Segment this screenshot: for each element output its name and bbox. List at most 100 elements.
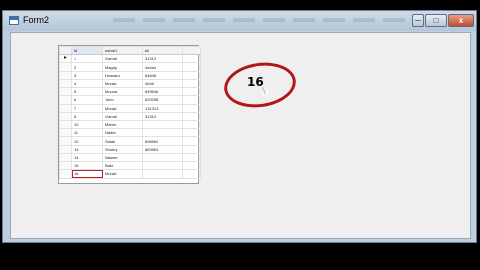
table-row[interactable]: 12 Salah 898962 [59, 136, 201, 146]
row-header[interactable] [59, 103, 72, 113]
minimize-button[interactable]: ─ [412, 14, 424, 27]
cell-name[interactable]: Nasser [102, 152, 143, 163]
cell-id[interactable]: 3 [71, 70, 103, 80]
grid-table: id name1 tel ▸ 1 Gamal 31313 2 Magdy 4a4a4 3 Hos… [59, 45, 201, 179]
table-row[interactable]: 4 Morad 4646 [59, 78, 201, 89]
row-header[interactable] [59, 78, 72, 89]
cell-name[interactable]: Morad [102, 169, 143, 179]
table-row[interactable]: 5 Mouna 649646 [59, 87, 201, 97]
cell-id[interactable]: 16 [71, 169, 103, 179]
cell-id[interactable]: 10 [71, 119, 103, 130]
cell-tel[interactable]: 883963 [142, 144, 183, 154]
cell-name[interactable]: Magdy [102, 62, 143, 72]
cell-tel[interactable] [142, 119, 183, 130]
cell-tel[interactable]: 898962 [142, 136, 183, 146]
cell-tel[interactable]: 31313 [142, 111, 183, 121]
cell-id[interactable]: 14 [71, 152, 103, 163]
cell-filler [182, 119, 201, 130]
cell-id[interactable]: 15 [71, 161, 103, 171]
cell-name[interactable]: John [102, 95, 143, 105]
window-title: Form2 [23, 15, 50, 25]
cell-id[interactable]: 4 [71, 78, 103, 89]
row-header[interactable] [59, 144, 72, 154]
cell-tel[interactable]: 131313 [142, 103, 183, 113]
cell-name[interactable]: Mouna [102, 87, 143, 97]
cell-tel[interactable]: 4a4a4 [142, 62, 183, 72]
cell-name[interactable]: Morad [102, 78, 143, 89]
cell-id[interactable]: 11 [71, 128, 103, 138]
maximize-button[interactable]: □ [425, 14, 447, 27]
cell-id[interactable]: 6 [71, 95, 103, 105]
cell-filler [182, 136, 201, 146]
row-header[interactable] [59, 152, 72, 163]
column-header-id[interactable]: id [71, 45, 103, 56]
cell-name[interactable]: Morad [102, 103, 143, 113]
row-header[interactable] [59, 87, 72, 97]
table-row[interactable]: 15 Bakr [59, 161, 201, 171]
column-header-filler [182, 45, 201, 56]
row-header[interactable] [59, 62, 72, 72]
cell-name[interactable]: Nader [102, 128, 143, 138]
row-header[interactable] [59, 111, 72, 121]
cell-id[interactable]: 5 [71, 87, 103, 97]
cell-filler [182, 103, 201, 113]
cell-name[interactable]: Shokry [102, 144, 143, 154]
table-row[interactable]: 3 Hossam 64646 [59, 70, 201, 80]
cell-name[interactable]: Bakr [102, 161, 143, 171]
table-row[interactable]: 13 Shokry 883963 [59, 144, 201, 154]
table-row[interactable]: 10 Maher [59, 119, 201, 130]
table-row[interactable]: ▸ 1 Gamal 31313 [59, 54, 201, 64]
table-row[interactable]: 7 Morad 131313 [59, 103, 201, 113]
cell-name[interactable]: Salah [102, 136, 143, 146]
cell-filler [182, 87, 201, 97]
row-header[interactable] [59, 128, 72, 138]
cell-filler [182, 62, 201, 72]
current-row-indicator-icon[interactable]: ▸ [59, 54, 72, 64]
cell-id[interactable]: 8 [71, 111, 103, 121]
data-grid[interactable]: id name1 tel ▸ 1 Gamal 31313 2 Magdy 4a4a4 3 Hos… [58, 45, 201, 184]
column-header-tel[interactable]: tel [142, 45, 183, 56]
cell-id[interactable]: 2 [71, 62, 103, 72]
form2-window: Form2 ─ □ x id name1 tel ▸ 1 Gamal 31313… [2, 10, 477, 243]
cell-tel[interactable] [142, 128, 183, 138]
table-row[interactable]: 8 Gamal 31313 [59, 111, 201, 121]
row-header[interactable] [59, 161, 72, 171]
row-header[interactable] [59, 169, 72, 179]
row-header-corner [59, 45, 72, 56]
column-header-name1[interactable]: name1 [102, 45, 143, 56]
cell-name[interactable]: Maher [102, 119, 143, 130]
cell-name[interactable]: Hossam [102, 70, 143, 80]
cell-filler [182, 169, 201, 179]
row-header[interactable] [59, 119, 72, 130]
cell-tel[interactable] [142, 169, 183, 179]
cell-tel[interactable] [142, 152, 183, 163]
close-button[interactable]: x [448, 14, 474, 27]
table-row[interactable]: 6 John 629298 [59, 95, 201, 105]
row-header[interactable] [59, 136, 72, 146]
cell-filler [182, 54, 201, 64]
cell-name[interactable]: Gamal [102, 54, 143, 64]
table-row[interactable]: 16 Morad [59, 169, 201, 179]
cell-tel[interactable]: 31313 [142, 54, 183, 64]
cell-tel[interactable]: 4646 [142, 78, 183, 89]
table-row[interactable]: 14 Nasser [59, 152, 201, 163]
grid-header-row: id name1 tel [59, 45, 201, 56]
cell-tel[interactable]: 649646 [142, 87, 183, 97]
cell-filler [182, 144, 201, 154]
cell-filler [182, 128, 201, 138]
cell-id[interactable]: 12 [71, 136, 103, 146]
table-row[interactable]: 2 Magdy 4a4a4 [59, 62, 201, 72]
cell-id[interactable]: 1 [71, 54, 103, 64]
cell-name[interactable]: Gamal [102, 111, 143, 121]
cell-tel[interactable]: 64646 [142, 70, 183, 80]
cell-id[interactable]: 7 [71, 103, 103, 113]
cell-tel[interactable]: 629298 [142, 95, 183, 105]
row-header[interactable] [59, 70, 72, 80]
cell-tel[interactable] [142, 161, 183, 171]
table-row[interactable]: 11 Nader [59, 128, 201, 138]
form-client-area: id name1 tel ▸ 1 Gamal 31313 2 Magdy 4a4a4 3 Hos… [10, 32, 471, 239]
row-header[interactable] [59, 95, 72, 105]
title-bar[interactable]: Form2 ─ □ x [3, 11, 476, 31]
screen: Form2 ─ □ x id name1 tel ▸ 1 Gamal 31313… [0, 0, 480, 270]
cell-id[interactable]: 13 [71, 144, 103, 154]
